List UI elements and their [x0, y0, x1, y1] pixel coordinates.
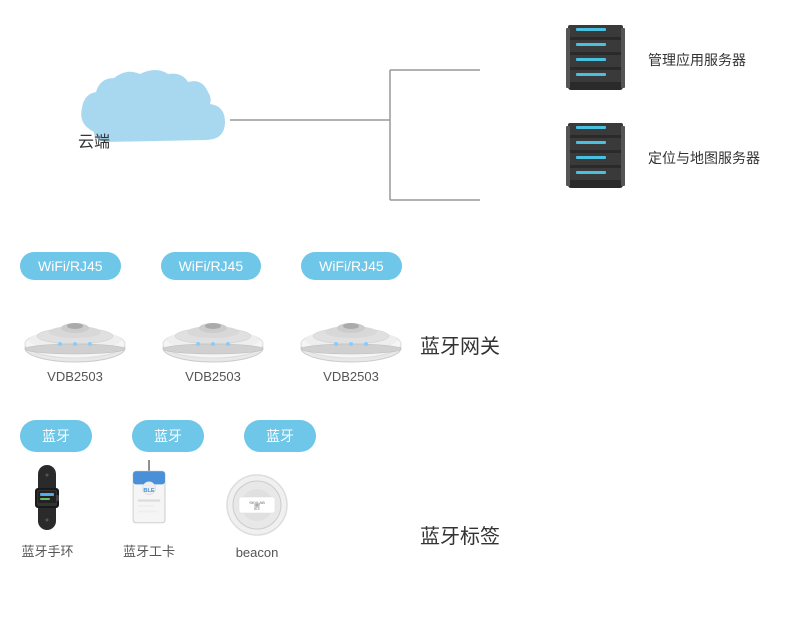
servers-container: 管理应用服务器 定位与地图服务器	[558, 20, 760, 216]
tag-item-beacon: SKYLAB BLE beacon	[223, 471, 291, 560]
wifi-badges-row: WiFi/RJ45 WiFi/RJ45 WiFi/RJ45	[20, 252, 402, 280]
card-svg: BLE	[127, 460, 172, 535]
gateway-icon-1	[20, 300, 130, 365]
gateway-item-2: VDB2503	[158, 300, 268, 384]
bt-badge-1: 蓝牙	[20, 420, 92, 452]
wifi-badge-1: WiFi/RJ45	[20, 252, 121, 280]
svg-text:BLE: BLE	[143, 488, 154, 494]
gateway-section-title: 蓝牙网关	[420, 330, 500, 359]
wifi-badge-2: WiFi/RJ45	[161, 252, 262, 280]
tag-item-wristband: 蓝牙手环	[20, 460, 75, 560]
cloud: 云端	[50, 60, 230, 175]
tag-label-card: 蓝牙工卡	[123, 541, 175, 560]
server-label-2: 定位与地图服务器	[648, 148, 760, 168]
gateway-item-3: VDB2503	[296, 300, 406, 384]
gateways-row: VDB2503 VDB2503	[20, 300, 406, 384]
beacon-svg: SKYLAB BLE	[223, 471, 291, 539]
server-icon-1	[558, 20, 638, 100]
bt-badges-row: 蓝牙 蓝牙 蓝牙	[20, 420, 316, 452]
gateway-item-1: VDB2503	[20, 300, 130, 384]
server-block-2: 定位与地图服务器	[558, 118, 760, 198]
gateway-label-2: VDB2503	[185, 369, 241, 384]
gateway-icon-2	[158, 300, 268, 365]
server-block-1: 管理应用服务器	[558, 20, 760, 100]
tag-item-card: BLE 蓝牙工卡	[123, 460, 175, 560]
gateway-label-1: VDB2503	[47, 369, 103, 384]
server-icon-2	[558, 118, 638, 198]
cloud-label: 云端	[78, 128, 110, 152]
bt-badge-3: 蓝牙	[244, 420, 316, 452]
gateway-icon-3	[296, 300, 406, 365]
tags-row: 蓝牙手环 BLE 蓝牙工卡 SKYLAB	[20, 460, 291, 560]
gateway-label-3: VDB2503	[323, 369, 379, 384]
tag-label-wristband: 蓝牙手环	[21, 541, 73, 560]
tag-section-title: 蓝牙标签	[420, 520, 500, 549]
server-label-1: 管理应用服务器	[648, 50, 746, 70]
wristband-svg	[20, 460, 75, 535]
bt-badge-2: 蓝牙	[132, 420, 204, 452]
wifi-badge-3: WiFi/RJ45	[301, 252, 402, 280]
tag-label-beacon: beacon	[236, 545, 279, 560]
